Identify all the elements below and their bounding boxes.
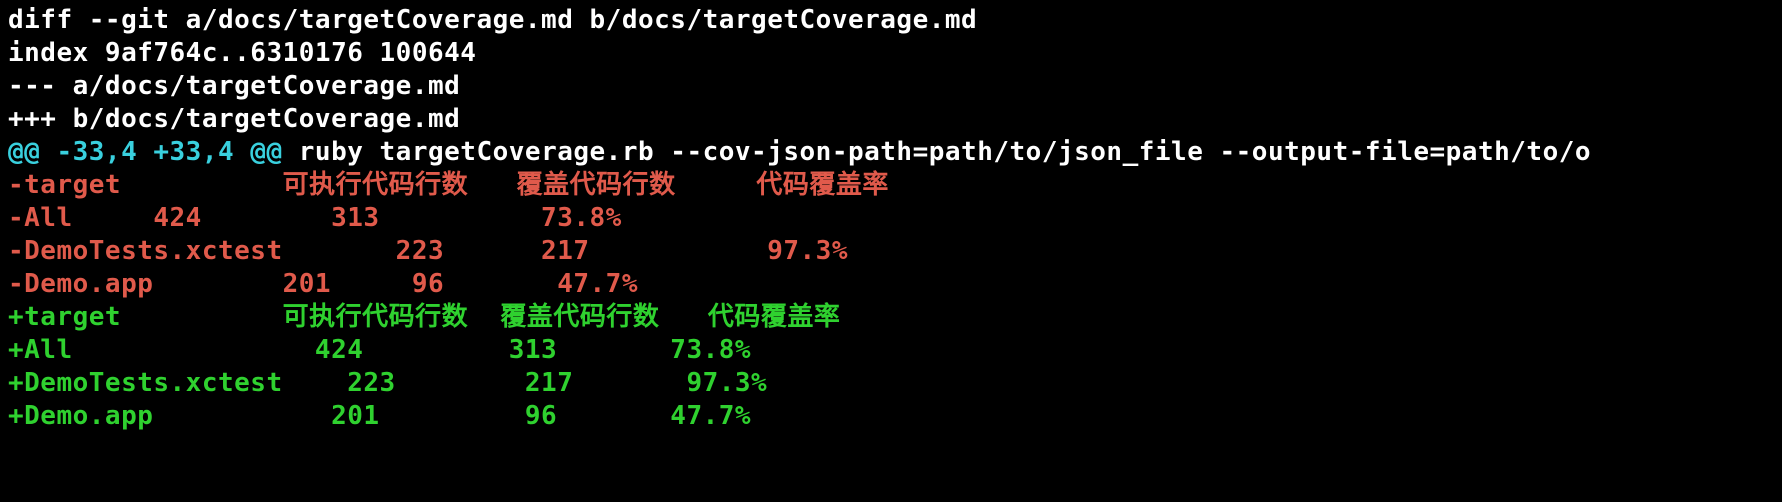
removed-line: -All 424 313 73.8% bbox=[8, 203, 622, 233]
diff-old-file: --- a/docs/targetCoverage.md bbox=[8, 71, 460, 101]
hunk-context: ruby targetCoverage.rb --cov-json-path=p… bbox=[283, 137, 1591, 167]
diff-index-line: index 9af764c..6310176 100644 bbox=[8, 38, 476, 68]
hunk-range: @@ -33,4 +33,4 @@ bbox=[8, 137, 283, 167]
added-line: +target 可执行代码行数 覆盖代码行数 代码覆盖率 bbox=[8, 302, 840, 332]
diff-new-file: +++ b/docs/targetCoverage.md bbox=[8, 104, 460, 134]
added-line: +DemoTests.xctest 223 217 97.3% bbox=[8, 368, 767, 398]
removed-line: -DemoTests.xctest 223 217 97.3% bbox=[8, 236, 848, 266]
added-line: +Demo.app 201 96 47.7% bbox=[8, 401, 751, 431]
added-line: +All 424 313 73.8% bbox=[8, 335, 751, 365]
diff-cmd-line: diff --git a/docs/targetCoverage.md b/do… bbox=[8, 5, 977, 35]
removed-line: -Demo.app 201 96 47.7% bbox=[8, 269, 638, 299]
removed-line: -target 可执行代码行数 覆盖代码行数 代码覆盖率 bbox=[8, 170, 889, 200]
git-diff-output: diff --git a/docs/targetCoverage.md b/do… bbox=[0, 0, 1782, 437]
